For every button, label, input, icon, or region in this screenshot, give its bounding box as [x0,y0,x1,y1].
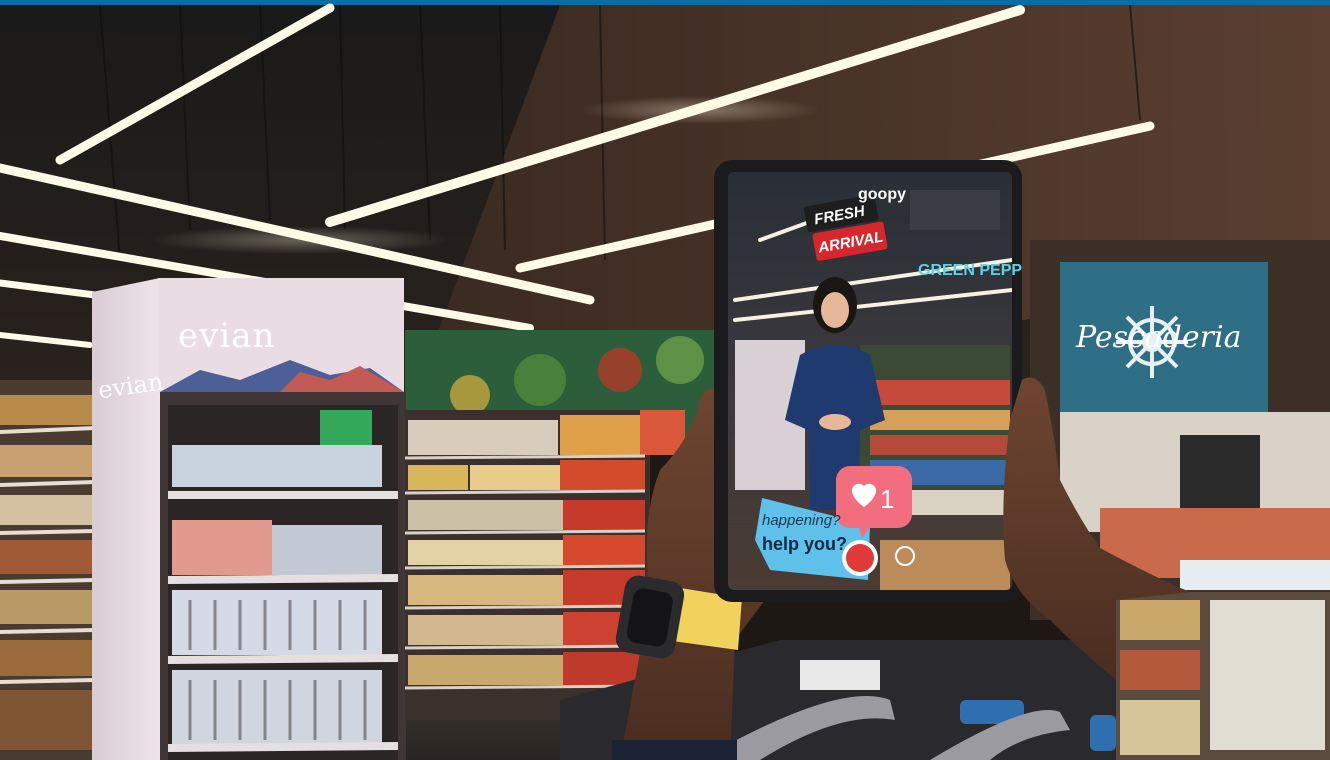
evian-logo-text: evian [178,316,276,356]
chat-bubble-line1: happening? [762,512,841,529]
pescaderia-sign-text: Pescaderia [1076,320,1242,355]
store-photo [0,0,1330,760]
goopy-logo: goopy [858,186,906,203]
chat-bubble-line2: help you? [762,534,847,554]
top-accent-bar [0,0,1330,5]
evian-side-panel [92,278,160,760]
like-count: 1 [880,484,895,514]
left-shelf-products [0,395,92,750]
green-pepper-overlay: GREEN PEPP [918,262,1023,279]
record-button-icon [846,544,874,572]
like-bubble [836,466,912,528]
